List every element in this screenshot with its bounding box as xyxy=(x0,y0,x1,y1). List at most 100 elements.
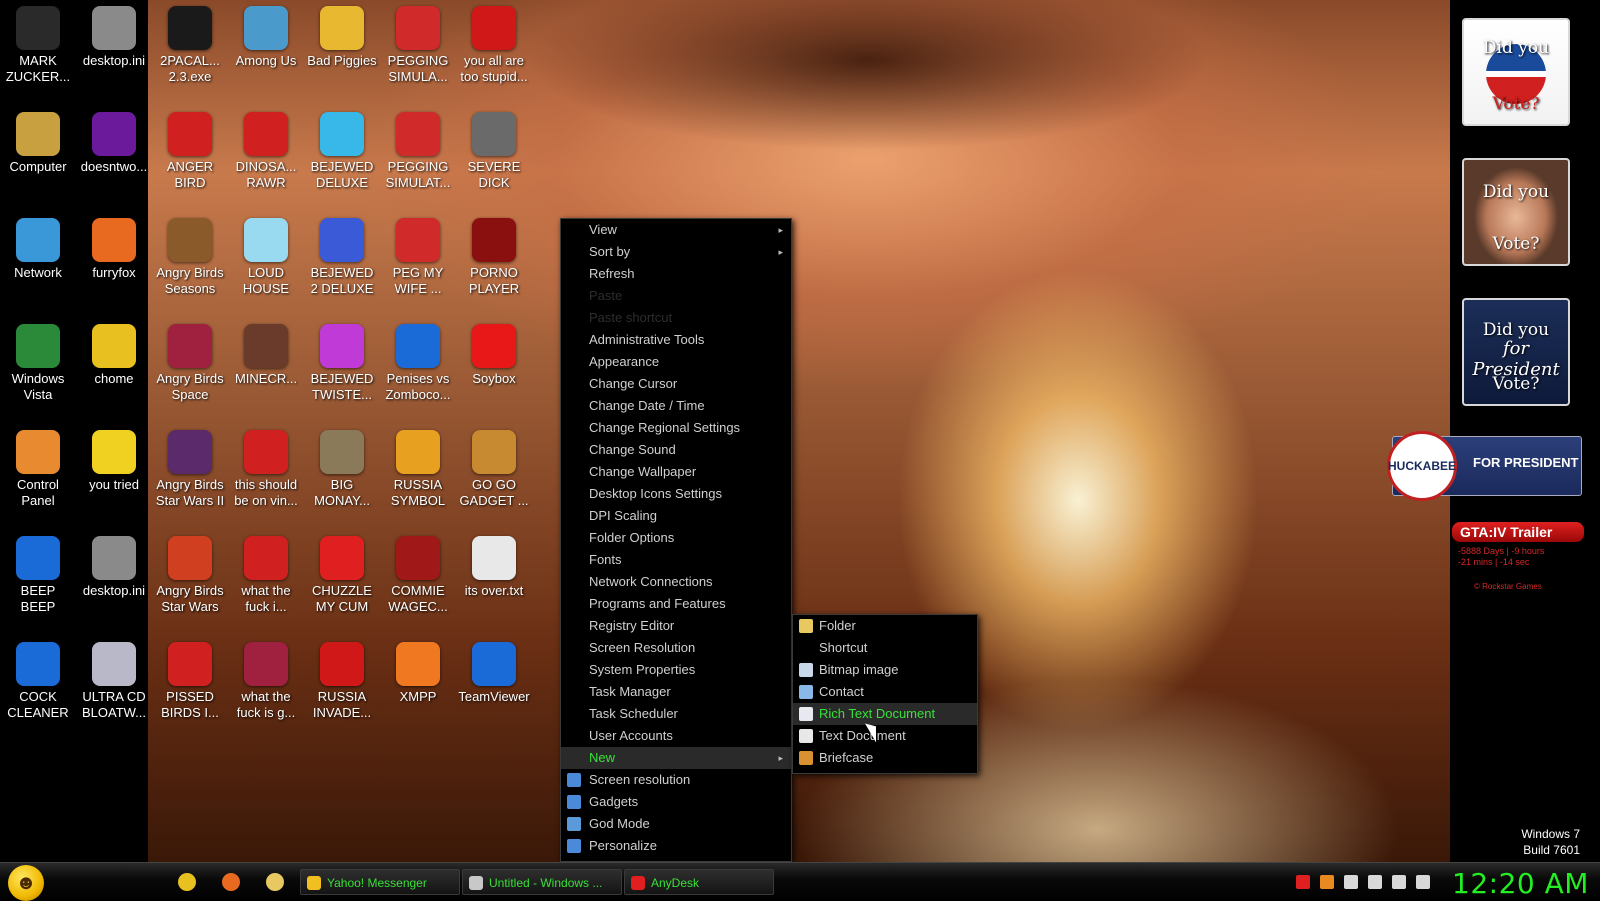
context-menu-item[interactable]: Sort by ▸ xyxy=(561,241,791,263)
context-menu-item[interactable]: Task Scheduler xyxy=(561,703,791,725)
context-menu-item[interactable]: Refresh xyxy=(561,263,791,285)
context-menu-item[interactable]: God Mode xyxy=(561,813,791,835)
desktop-icon[interactable]: Soybox xyxy=(456,324,532,387)
desktop-icon[interactable]: PORNO PLAYER xyxy=(456,218,532,297)
desktop-icon[interactable]: COMMIE WAGEC... xyxy=(380,536,456,615)
new-submenu-item[interactable]: Folder xyxy=(793,615,977,637)
vote-card-mccain[interactable]: Did you Vote? xyxy=(1462,158,1570,266)
desktop-icon[interactable]: RUSSIA SYMBOL xyxy=(380,430,456,509)
context-menu-item[interactable]: Change Regional Settings xyxy=(561,417,791,439)
taskbar-task-button[interactable]: Yahoo! Messenger xyxy=(300,869,460,895)
context-menu-item[interactable]: DPI Scaling xyxy=(561,505,791,527)
desktop-icon[interactable]: MINECR... xyxy=(228,324,304,387)
gta-countdown-gadget[interactable]: GTA:IV Trailer -5888 Days | -9 hours -21… xyxy=(1452,522,1584,591)
desktop-icon[interactable]: Among Us xyxy=(228,6,304,69)
context-menu-item[interactable]: Change Date / Time xyxy=(561,395,791,417)
context-menu-item[interactable]: Desktop Icons Settings xyxy=(561,483,791,505)
desktop-icon[interactable]: PISSED BIRDS I... xyxy=(152,642,228,721)
desktop-icon[interactable]: Angry Birds Seasons xyxy=(152,218,228,297)
anydesk-tray-icon[interactable] xyxy=(1296,875,1310,889)
desktop-icon[interactable]: TeamViewer xyxy=(456,642,532,705)
desktop-icon[interactable]: Angry Birds Space xyxy=(152,324,228,403)
action-center-flag-icon[interactable] xyxy=(1368,875,1382,889)
vote-card-obama[interactable]: Did you Vote? xyxy=(1462,18,1570,126)
desktop-icon[interactable]: Penises vs Zomboco... xyxy=(380,324,456,403)
desktop-icon[interactable]: RUSSIA INVADE... xyxy=(304,642,380,721)
desktop-icon[interactable]: GO GO GADGET ... xyxy=(456,430,532,509)
firefox-icon[interactable] xyxy=(222,873,240,891)
context-menu-item[interactable]: System Properties xyxy=(561,659,791,681)
desktop-icon[interactable]: Network xyxy=(0,218,76,281)
desktop-icon[interactable]: you all are too stupid... xyxy=(456,6,532,85)
volume-icon[interactable] xyxy=(1416,875,1430,889)
desktop-icon[interactable]: SEVERE DICK xyxy=(456,112,532,191)
desktop-icon[interactable]: XMPP xyxy=(380,642,456,705)
network-tray-icon[interactable] xyxy=(1392,875,1406,889)
desktop-icon[interactable]: this should be on vin... xyxy=(228,430,304,509)
desktop-icon[interactable]: BEJEWED TWISTE... xyxy=(304,324,380,403)
context-menu-item[interactable]: Administrative Tools xyxy=(561,329,791,351)
desktop-icon[interactable]: furryfox xyxy=(76,218,152,281)
new-submenu-item[interactable]: Bitmap image xyxy=(793,659,977,681)
context-menu-item[interactable]: Personalize xyxy=(561,835,791,857)
desktop-icon[interactable]: 2PACAL... 2.3.exe xyxy=(152,6,228,85)
context-menu-item[interactable]: Folder Options xyxy=(561,527,791,549)
context-menu-item[interactable]: Screen resolution xyxy=(561,769,791,791)
desktop-icon[interactable]: Bad Piggies xyxy=(304,6,380,69)
huckabee-badge[interactable]: HUCKABEE FOR PRESIDENT xyxy=(1387,431,1582,501)
desktop-icon[interactable]: DINOSA... RAWR xyxy=(228,112,304,191)
desktop-icon[interactable]: Angry Birds Star Wars xyxy=(152,536,228,615)
context-menu-item[interactable]: Change Cursor xyxy=(561,373,791,395)
desktop-icon[interactable]: doesntwo... xyxy=(76,112,152,175)
desktop-icon[interactable]: Windows Vista xyxy=(0,324,76,403)
context-menu-item[interactable]: Programs and Features xyxy=(561,593,791,615)
desktop-icon[interactable]: ANGER BIRD xyxy=(152,112,228,191)
taskbar-clock[interactable]: 12:20 AM xyxy=(1452,867,1589,900)
chrome-icon[interactable] xyxy=(178,873,196,891)
new-submenu-item[interactable]: Shortcut xyxy=(793,637,977,659)
desktop-icon[interactable]: what the fuck i... xyxy=(228,536,304,615)
new-submenu-item[interactable]: Contact xyxy=(793,681,977,703)
taskbar-task-button[interactable]: AnyDesk xyxy=(624,869,774,895)
taskbar-task-button[interactable]: Untitled - Windows ... xyxy=(462,869,622,895)
desktop-icon[interactable]: ULTRA CD BLOATW... xyxy=(76,642,152,721)
desktop-icon[interactable]: BEEP BEEP xyxy=(0,536,76,615)
desktop-icon[interactable]: CHUZZLE MY CUM xyxy=(304,536,380,615)
desktop-icon[interactable]: Computer xyxy=(0,112,76,175)
desktop-icon[interactable]: desktop.ini xyxy=(76,6,152,69)
messenger-tray-icon[interactable] xyxy=(1344,875,1358,889)
desktop-icon[interactable]: PEGGING SIMULA... xyxy=(380,6,456,85)
context-menu-item[interactable]: View ▸ xyxy=(561,219,791,241)
desktop-icon[interactable]: PEGGING SIMULAT... xyxy=(380,112,456,191)
desktop-icon[interactable]: Control Panel xyxy=(0,430,76,509)
desktop-icon[interactable]: LOUD HOUSE xyxy=(228,218,304,297)
context-menu-item[interactable]: Change Sound xyxy=(561,439,791,461)
context-menu-item[interactable]: Change Wallpaper xyxy=(561,461,791,483)
desktop-icon[interactable]: its over.txt xyxy=(456,536,532,599)
new-submenu-item[interactable]: Briefcase xyxy=(793,747,977,769)
context-menu-item[interactable]: Task Manager xyxy=(561,681,791,703)
new-submenu-item[interactable]: Rich Text Document xyxy=(793,703,977,725)
vote-card-navy[interactable]: Did you for President Vote? xyxy=(1462,298,1570,406)
new-submenu-item[interactable]: Text Document xyxy=(793,725,977,747)
context-menu-item[interactable]: Network Connections xyxy=(561,571,791,593)
desktop-icon[interactable]: PEG MY WIFE ... xyxy=(380,218,456,297)
desktop-icon[interactable]: what the fuck is g... xyxy=(228,642,304,721)
explorer-folder-icon[interactable] xyxy=(266,873,284,891)
search-tray-icon[interactable] xyxy=(1320,875,1334,889)
start-button[interactable]: ☻ xyxy=(8,865,44,901)
desktop-icon[interactable]: BIG MONAY... xyxy=(304,430,380,509)
desktop-icon[interactable]: BEJEWED 2 DELUXE xyxy=(304,218,380,297)
context-menu-item[interactable]: Fonts xyxy=(561,549,791,571)
context-menu-item[interactable]: Appearance xyxy=(561,351,791,373)
context-menu-item[interactable]: Screen Resolution xyxy=(561,637,791,659)
context-menu-item[interactable]: Gadgets xyxy=(561,791,791,813)
desktop-icon[interactable]: BEJEWED DELUXE xyxy=(304,112,380,191)
desktop-icon[interactable]: you tried xyxy=(76,430,152,493)
desktop-icon[interactable]: desktop.ini xyxy=(76,536,152,599)
context-menu-item[interactable]: Registry Editor xyxy=(561,615,791,637)
desktop-icon[interactable]: COCK CLEANER xyxy=(0,642,76,721)
desktop-icon[interactable]: chome xyxy=(76,324,152,387)
context-menu-item[interactable]: New ▸ xyxy=(561,747,791,769)
context-menu-item[interactable]: User Accounts xyxy=(561,725,791,747)
